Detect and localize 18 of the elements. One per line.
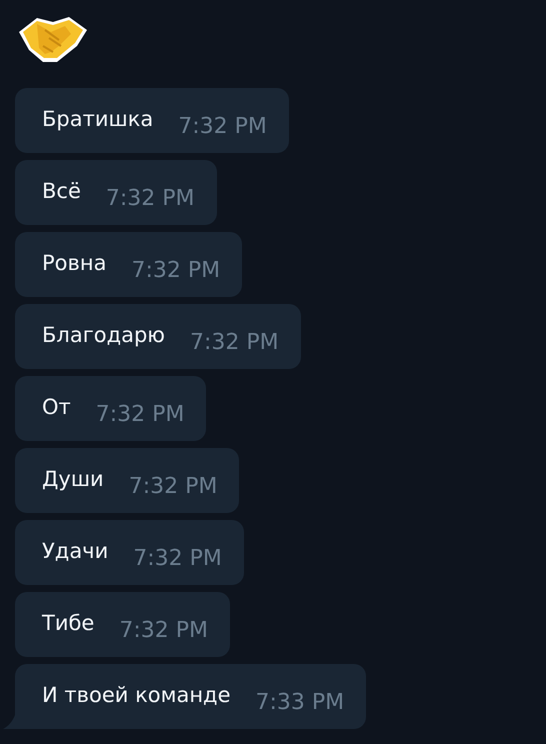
message-text: И твоей команде: [42, 682, 230, 706]
message-text: Ровна: [42, 250, 106, 274]
message-time: 7:32 PM: [119, 618, 208, 643]
message-text: Удачи: [42, 538, 108, 562]
message-time: 7:32 PM: [178, 114, 267, 139]
message-text: Души: [42, 466, 104, 490]
message-text: Братишка: [42, 106, 154, 130]
message-time: 7:32 PM: [96, 402, 184, 427]
message-time: 7:32 PM: [128, 474, 218, 499]
message-time: 7:33 PM: [256, 690, 344, 715]
message-text: Тибе: [42, 610, 94, 634]
message-time: 7:32 PM: [190, 330, 279, 355]
message-time: 7:32 PM: [132, 258, 220, 283]
message-text: От: [42, 394, 71, 418]
message-time: 7:32 PM: [106, 186, 195, 211]
message-text: Всё: [42, 178, 81, 202]
message-text: Благодарю: [42, 322, 165, 346]
message-time: 7:32 PM: [133, 546, 222, 571]
